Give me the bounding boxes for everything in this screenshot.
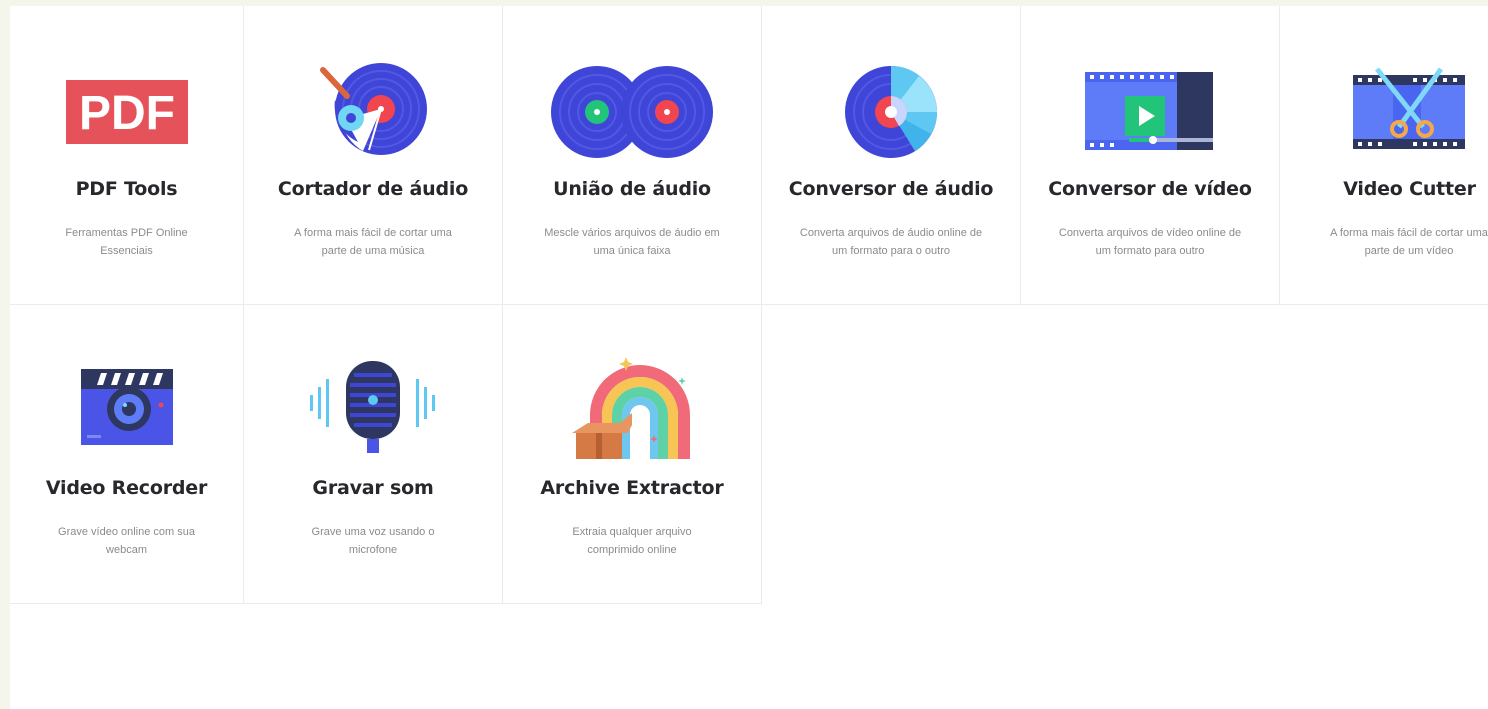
tool-card-audio-joiner[interactable]: União de áudio Mescle vários arquivos de…: [503, 6, 762, 305]
rainbow-box-icon: [572, 357, 690, 459]
tool-description: Ferramentas PDF Online Essenciais: [65, 227, 188, 257]
tool-description: Grave uma voz usando o microfone: [311, 526, 435, 556]
tool-description: Converta arquivos de vídeo online de um …: [1058, 227, 1242, 257]
tool-description: Mescle vários arquivos de áudio em uma ú…: [544, 227, 720, 257]
tool-title: Conversor de vídeo: [1048, 178, 1252, 200]
tool-card-audio-cutter[interactable]: Cortador de áudio A forma mais fácil de …: [244, 6, 503, 305]
tool-title: PDF Tools: [75, 178, 178, 200]
tool-title: Conversor de áudio: [788, 178, 994, 200]
video-player-icon: [1085, 72, 1213, 150]
tool-description: Extraia qualquer arquivo comprimido onli…: [572, 526, 692, 556]
tool-card-video-recorder[interactable]: Video Recorder Grave vídeo online com su…: [10, 305, 244, 604]
tool-description: A forma mais fácil de cortar uma parte d…: [1330, 227, 1488, 257]
tools-panel: PDF PDF Tools Ferramentas PDF Online Ess…: [10, 6, 1488, 709]
clapperboard-camera-icon: [80, 369, 173, 445]
tool-card-audio-converter[interactable]: Conversor de áudio Converta arquivos de …: [762, 6, 1021, 305]
tool-title: Archive Extractor: [540, 477, 724, 499]
film-scissors-icon: [1353, 67, 1465, 149]
tool-title: Video Recorder: [45, 477, 208, 499]
tools-grid: PDF PDF Tools Ferramentas PDF Online Ess…: [10, 6, 1488, 604]
vinyl-cd-icon: [845, 66, 937, 158]
tool-description: A forma mais fácil de cortar uma parte d…: [294, 227, 452, 257]
tool-title: União de áudio: [553, 178, 711, 200]
double-vinyl-icon: [551, 66, 713, 158]
tool-card-video-cutter[interactable]: Video Cutter A forma mais fácil de corta…: [1280, 6, 1488, 305]
tool-card-video-converter[interactable]: Conversor de vídeo Converta arquivos de …: [1021, 6, 1280, 305]
pdf-icon-label: PDF: [79, 87, 175, 140]
tool-card-voice-recorder[interactable]: Gravar som Grave uma voz usando o microf…: [244, 305, 503, 604]
pdf-icon: PDF: [65, 80, 188, 144]
vinyl-cut-icon: [320, 63, 427, 155]
tool-title: Cortador de áudio: [277, 178, 469, 200]
microphone-icon: [310, 361, 435, 453]
tool-title: Video Cutter: [1343, 178, 1476, 200]
tool-title: Gravar som: [312, 477, 434, 499]
tool-description: Converta arquivos de áudio online de um …: [799, 227, 983, 257]
tool-card-archive-extractor[interactable]: Archive Extractor Extraia qualquer arqui…: [503, 305, 762, 604]
tool-card-pdf-tools[interactable]: PDF PDF Tools Ferramentas PDF Online Ess…: [10, 6, 244, 305]
tool-description: Grave vídeo online com sua webcam: [58, 526, 195, 556]
